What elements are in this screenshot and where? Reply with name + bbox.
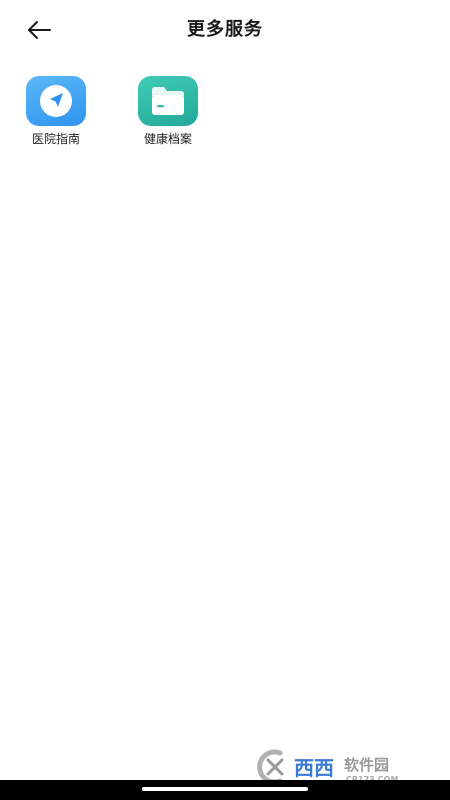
service-label: 医院指南 [31,132,80,146]
top-bar: 更多服务 [0,0,450,60]
folder-icon [152,87,184,115]
watermark-brand: 西西 [294,756,334,780]
navigation-arrow-icon [40,85,72,117]
hospital-guide-icon-tile [26,76,86,126]
home-indicator[interactable] [142,787,308,791]
service-grid: 医院指南 健康档案 [0,74,450,164]
health-record-button[interactable]: 健康档案 [123,74,213,158]
hospital-guide-button[interactable]: 医院指南 [11,74,101,158]
service-label: 健康档案 [143,132,192,146]
health-record-icon-tile [138,76,198,126]
watermark-text: 软件园 [344,756,389,774]
page-title: 更多服务 [187,19,263,40]
